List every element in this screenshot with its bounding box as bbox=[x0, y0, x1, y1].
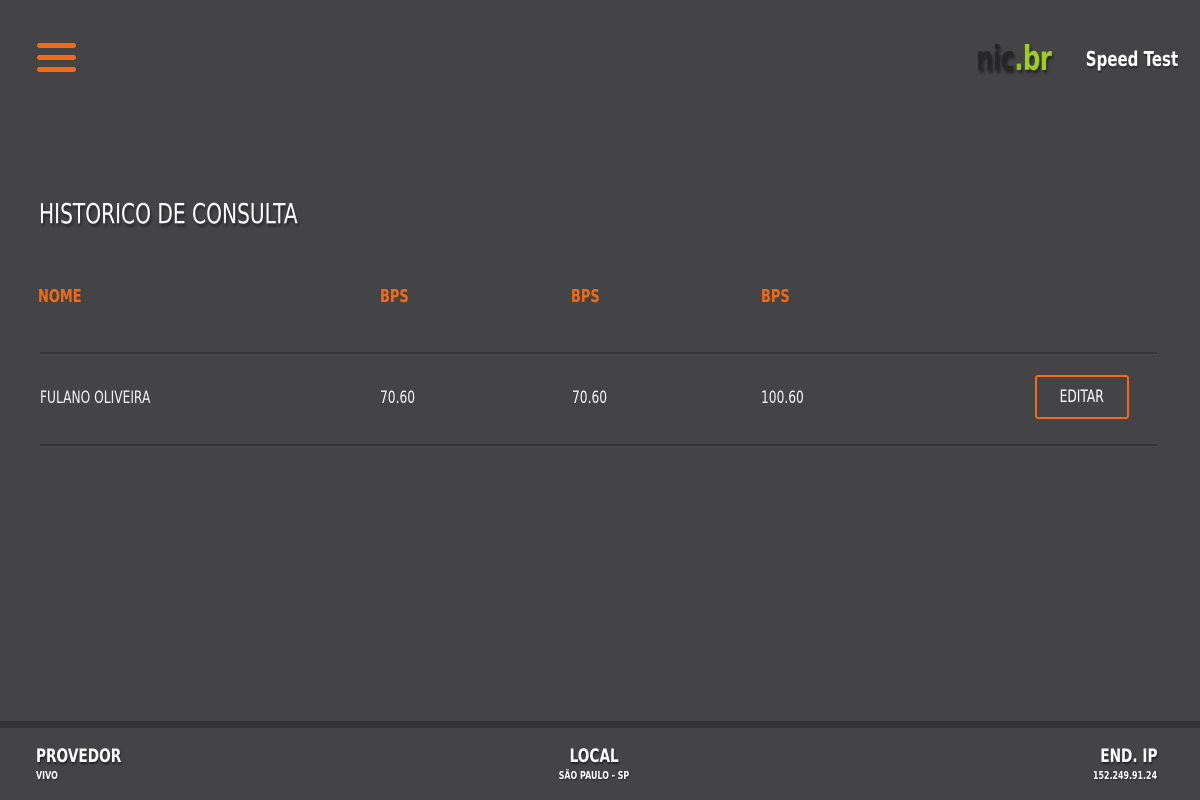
table-divider bbox=[40, 444, 1157, 446]
hamburger-menu-icon[interactable] bbox=[37, 43, 77, 73]
column-header-label: BPS bbox=[761, 286, 790, 307]
location-value: SÃO PAULO - SP bbox=[0, 769, 1188, 783]
table-row: FULANO OLIVEIRA 70.60 70.60 100.60 EDITA… bbox=[0, 354, 1200, 444]
ip-value: 152.249.91.24 bbox=[1068, 769, 1157, 783]
column-header-bps-1: BPS bbox=[380, 285, 420, 309]
menu-bar bbox=[37, 43, 76, 48]
row-bps-value: 70.60 bbox=[572, 388, 608, 408]
location-label-text: LOCAL bbox=[569, 745, 619, 767]
ip-value-text: 152.249.91.24 bbox=[1092, 769, 1157, 782]
row-bps-value: 100.60 bbox=[761, 388, 804, 408]
column-header-label: BPS bbox=[571, 286, 600, 307]
column-header-label: NOME bbox=[38, 286, 82, 307]
page-title: HISTORICO DE CONSULTA bbox=[39, 196, 398, 232]
edit-button[interactable]: EDITAR bbox=[1035, 375, 1129, 419]
row-name: FULANO OLIVEIRA bbox=[40, 386, 193, 410]
ip-label: END. IP bbox=[1078, 744, 1157, 768]
nic-br-logo: nic. br bbox=[975, 39, 1052, 79]
page-title-text: HISTORICO DE CONSULTA bbox=[39, 197, 298, 230]
menu-bar bbox=[37, 67, 76, 72]
column-header-label: BPS bbox=[380, 286, 409, 307]
row-bps-value: 70.60 bbox=[380, 388, 416, 408]
footer: PROVEDOR VIVO LOCAL SÃO PAULO - SP END. … bbox=[0, 728, 1200, 800]
column-header-bps-2: BPS bbox=[571, 285, 611, 309]
logo-br-text: br bbox=[1022, 39, 1052, 79]
menu-bar bbox=[37, 55, 76, 60]
column-header-nome: NOME bbox=[38, 285, 99, 309]
app-name: Speed Test bbox=[1085, 47, 1178, 71]
logo-dot-text: . bbox=[1014, 39, 1023, 79]
column-header-bps-3: BPS bbox=[761, 285, 801, 309]
row-bps-2: 70.60 bbox=[572, 386, 621, 410]
row-bps-1: 70.60 bbox=[380, 386, 429, 410]
row-bps-3: 100.60 bbox=[761, 386, 820, 410]
logo-nic-text: nic bbox=[975, 39, 1015, 79]
app-name-wrap: Speed Test bbox=[1081, 47, 1178, 71]
footer-divider bbox=[0, 721, 1200, 728]
row-name-text: FULANO OLIVEIRA bbox=[40, 388, 151, 408]
ip-label-text: END. IP bbox=[1099, 745, 1157, 767]
location-value-text: SÃO PAULO - SP bbox=[558, 769, 630, 782]
brand: nic. br Speed Test bbox=[947, 36, 1178, 82]
location-label: LOCAL bbox=[0, 744, 1188, 768]
edit-button-label: EDITAR bbox=[1059, 387, 1105, 407]
